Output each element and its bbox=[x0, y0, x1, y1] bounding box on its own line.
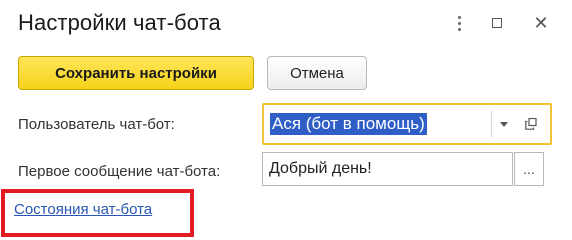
maximize-button[interactable] bbox=[486, 12, 508, 34]
chevron-down-icon bbox=[500, 121, 508, 127]
window-title: Настройки чат-бота bbox=[18, 10, 221, 35]
more-actions-button[interactable] bbox=[448, 12, 470, 34]
maximize-icon bbox=[492, 18, 502, 28]
chatbot-states-link[interactable]: Состояния чат-бота bbox=[14, 201, 152, 218]
close-button[interactable]: ✕ bbox=[530, 12, 552, 34]
first-message-label: Первое сообщение чат-бота: bbox=[18, 163, 221, 180]
close-icon: ✕ bbox=[533, 12, 549, 33]
cancel-button[interactable]: Отмена bbox=[267, 56, 367, 90]
chatbot-user-label: Пользователь чат-бот: bbox=[18, 116, 175, 133]
chatbot-settings-window: Настройки чат-бота ✕ Сохранить настройки… bbox=[0, 0, 572, 239]
open-record-button[interactable] bbox=[517, 110, 545, 138]
vertical-dots-icon bbox=[457, 15, 461, 31]
chatbot-user-field[interactable]: Ася (бот в помощь) bbox=[262, 103, 552, 145]
open-window-icon bbox=[525, 118, 537, 130]
dropdown-button[interactable] bbox=[491, 110, 516, 138]
first-message-select-button[interactable]: ... bbox=[514, 152, 544, 186]
first-message-field[interactable]: Добрый день! bbox=[262, 152, 513, 186]
chatbot-user-value[interactable]: Ася (бот в помощь) bbox=[270, 113, 427, 135]
save-settings-button[interactable]: Сохранить настройки bbox=[18, 56, 254, 90]
